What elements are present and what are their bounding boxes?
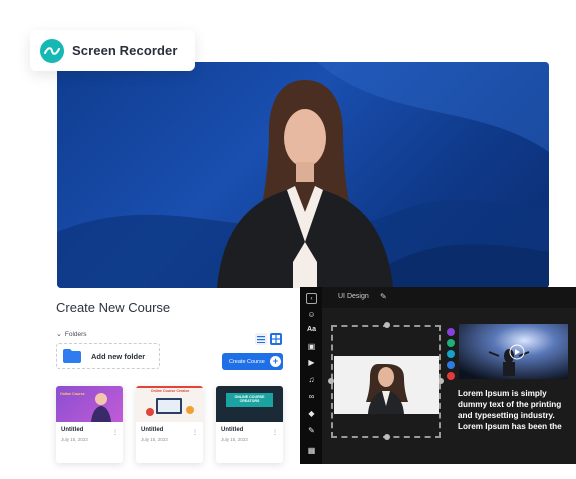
more-options-icon[interactable]: ⋮ <box>112 429 118 436</box>
course-card-name: Untitled <box>141 427 164 433</box>
side-tools <box>447 328 455 380</box>
resize-handle[interactable] <box>384 322 390 328</box>
course-thumbnail: Online Course <box>56 386 123 422</box>
resize-handle[interactable] <box>384 434 390 440</box>
text-icon[interactable]: Aa <box>306 324 317 335</box>
folders-label: Folders <box>64 331 87 338</box>
more-options-icon[interactable]: ⋮ <box>272 429 278 436</box>
stage-video-thumbnail[interactable] <box>459 324 568 379</box>
thumb-text: ONLINE COURSE CREATORS <box>234 395 265 404</box>
presenter-video[interactable] <box>57 62 549 288</box>
course-card-date: July 15, 2023 <box>141 437 168 442</box>
settings-icon[interactable] <box>447 361 455 369</box>
brush-icon[interactable]: ✎ <box>306 425 317 436</box>
course-card[interactable]: Online Course Untitled July 15, 2023 ⋮ <box>56 386 123 463</box>
course-card-date: July 15, 2023 <box>61 437 88 442</box>
music-icon[interactable]: ♫ <box>306 374 317 385</box>
wave-logo-icon <box>40 38 64 63</box>
app-title: Screen Recorder <box>72 43 178 58</box>
course-thumbnail: ONLINE COURSE CREATORS <box>216 386 283 422</box>
create-course-button[interactable]: Create Course + <box>222 353 283 370</box>
plus-icon: + <box>270 356 281 367</box>
grid-view-icon[interactable] <box>270 333 282 345</box>
app-badge: Screen Recorder <box>30 30 195 71</box>
chevron-down-icon: ⌄ <box>56 331 62 338</box>
add-folder-button[interactable]: Add new folder <box>56 343 160 369</box>
image-icon[interactable]: ▣ <box>306 341 317 352</box>
video-icon[interactable]: ▶ <box>306 357 317 368</box>
course-card-name: Untitled <box>61 427 84 433</box>
editor-panel: ‹ ☺ Aa ▣ ▶ ♫ ∞ ◆ ✎ ▦ UI Design ✎ Lorem I… <box>300 287 576 464</box>
course-panel: Create New Course ⌄ Folders Add new folde… <box>50 290 310 475</box>
link-icon[interactable]: ∞ <box>306 391 317 402</box>
editor-canvas[interactable]: Lorem Ipsum is simply dummy text of the … <box>322 308 576 464</box>
marketing-composite: Screen Recorder Create New Course ⌄ Folde… <box>0 0 576 479</box>
layers-icon[interactable] <box>447 350 455 358</box>
folders-toggle[interactable]: ⌄ Folders <box>56 330 87 338</box>
more-options-icon[interactable]: ⋮ <box>192 429 198 436</box>
editor-toolbar: ‹ ☺ Aa ▣ ▶ ♫ ∞ ◆ ✎ ▦ <box>300 287 322 464</box>
course-panel-title: Create New Course <box>56 300 171 315</box>
collapse-icon[interactable]: ‹ <box>306 293 317 304</box>
shapes-icon[interactable]: ◆ <box>306 408 317 419</box>
course-thumbnail: Online Course Creator <box>136 386 203 422</box>
avatar-icon[interactable]: ☺ <box>306 309 317 320</box>
create-course-label: Create Course <box>229 358 265 365</box>
course-card[interactable]: Online Course Creator Untitled July 15, … <box>136 386 203 463</box>
pencil-icon[interactable]: ✎ <box>380 292 387 301</box>
caption-text[interactable]: Lorem Ipsum is simply dummy text of the … <box>458 388 574 432</box>
editor-title: UI Design <box>338 293 369 300</box>
presenter-preview[interactable] <box>334 356 439 414</box>
view-toggle <box>255 333 282 345</box>
delete-icon[interactable] <box>447 372 455 380</box>
folder-icon <box>63 349 81 363</box>
course-card[interactable]: ONLINE COURSE CREATORS Untitled July 15,… <box>216 386 283 463</box>
course-card-name: Untitled <box>221 427 244 433</box>
edit-icon[interactable] <box>447 328 455 336</box>
list-view-icon[interactable] <box>255 333 267 345</box>
course-cards: Online Course Untitled July 15, 2023 ⋮ O… <box>56 386 283 463</box>
presenter-figure <box>217 80 393 288</box>
course-card-date: July 15, 2023 <box>221 437 248 442</box>
add-folder-label: Add new folder <box>91 351 146 361</box>
copy-icon[interactable] <box>447 339 455 347</box>
qr-code-icon[interactable]: ▦ <box>306 445 317 456</box>
